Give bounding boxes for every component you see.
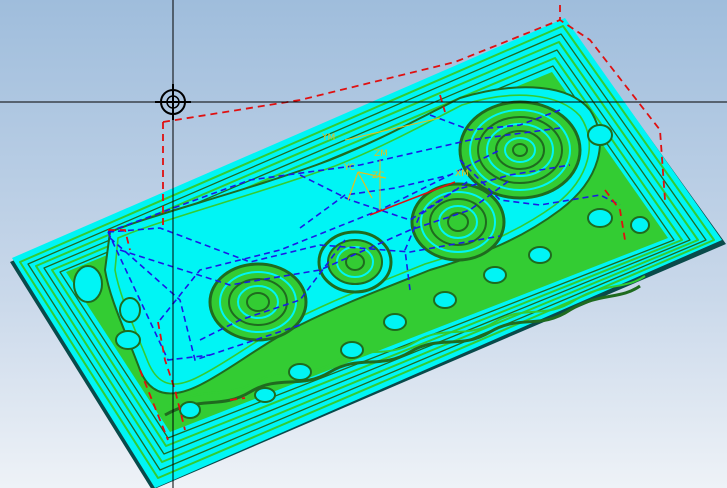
zc-axis-label: ZC bbox=[372, 171, 384, 181]
ym-axis-label: YM bbox=[321, 133, 335, 143]
zm-axis-label: ZM bbox=[374, 149, 388, 159]
circular-pocket-left bbox=[208, 262, 308, 342]
circular-pocket-large bbox=[458, 100, 582, 200]
graphics-viewport[interactable]: YC ZC XM YM ZM bbox=[0, 0, 727, 488]
cam-scene[interactable]: YC ZC XM YM ZM bbox=[0, 0, 727, 488]
circular-pocket-small bbox=[317, 230, 393, 294]
yc-axis-label: YC bbox=[343, 163, 355, 173]
xc-axis-label: XM bbox=[455, 169, 469, 179]
